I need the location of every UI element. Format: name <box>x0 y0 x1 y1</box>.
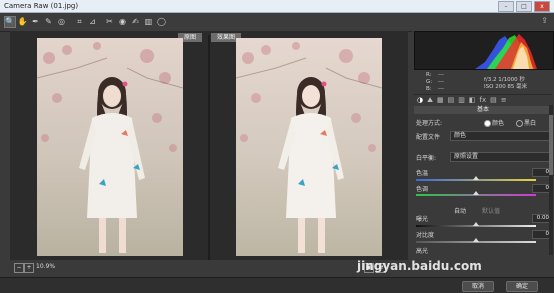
highlights-row: 高光 <box>416 246 550 255</box>
treatment-color-radio[interactable]: 颜色 <box>484 118 504 127</box>
tab-lens-icon[interactable]: ◧ <box>469 96 476 105</box>
before-photo-image <box>37 38 183 256</box>
exposure-label: 曝光 <box>416 216 429 223</box>
white-balance-tool-icon[interactable]: ✒ <box>30 16 41 27</box>
title-bar: Camera Raw (01.jpg) – □ x <box>0 0 554 13</box>
tab-tone-curve-icon[interactable]: ⛰ <box>427 96 433 105</box>
tab-camera-calibration-icon[interactable]: ▤ <box>490 96 497 105</box>
scrollbar-thumb[interactable] <box>549 115 553 175</box>
tab-detail-icon[interactable]: ▦ <box>437 96 444 105</box>
treatment-bw-radio[interactable]: 黑白 <box>516 118 536 127</box>
cancel-button[interactable]: 取消 <box>462 281 494 292</box>
treatment-bw-label: 黑白 <box>524 120 537 127</box>
profile-row: 配置文件 颜色 <box>416 131 551 141</box>
treatment-row: 处理方式: 颜色 黑白 <box>416 118 550 127</box>
histogram <box>414 31 554 70</box>
targeted-adjustment-tool-icon[interactable]: ◎ <box>56 16 67 27</box>
preview-canvas: 原图 效果图 <box>10 31 408 260</box>
watermark: jingyan.baidu.com <box>357 259 482 273</box>
temperature-slider[interactable] <box>416 176 536 181</box>
zoom-statusbar: − + 10.9% ▣ ⇄ <box>10 261 408 274</box>
radio-unselected-icon <box>516 120 523 127</box>
color-sampler-tool-icon[interactable]: ✎ <box>43 16 54 27</box>
export-icon[interactable]: ⇪ <box>541 16 548 25</box>
b-value: --- <box>438 86 444 92</box>
tab-presets-icon[interactable]: ≡ <box>501 96 507 105</box>
close-button[interactable]: x <box>534 1 550 12</box>
contrast-slider-thumb[interactable] <box>473 238 479 242</box>
footer-bar: 取消 确定 <box>0 277 554 293</box>
done-button[interactable]: 确定 <box>506 281 538 292</box>
r-label: R: <box>426 72 432 78</box>
radio-selected-icon <box>484 120 491 127</box>
temperature-row: 色温 0 <box>416 168 551 177</box>
exposure-row: 曝光 0.00 <box>416 214 551 223</box>
g-label: G: <box>426 79 433 85</box>
straighten-tool-icon[interactable]: ⊿ <box>87 16 98 27</box>
tint-slider[interactable] <box>416 191 536 196</box>
adjustment-panel: R: --- G: --- B: --- f/3.2 1/1000 秒 ISO … <box>412 31 554 277</box>
panel-scrollbar[interactable] <box>549 105 553 255</box>
graduated-filter-icon[interactable]: ▥ <box>143 16 154 27</box>
zoom-in-button[interactable]: + <box>24 263 34 273</box>
contrast-label: 对比度 <box>416 232 435 239</box>
window-controls: – □ x <box>498 1 550 12</box>
after-photo-image <box>236 38 382 256</box>
tint-row: 色调 0 <box>416 184 551 193</box>
zoom-tool-icon[interactable]: 🔍 <box>4 16 16 28</box>
compare-divider <box>208 35 210 260</box>
profile-dropdown[interactable]: 颜色 <box>450 131 551 141</box>
zoom-out-button[interactable]: − <box>14 263 24 273</box>
before-photo <box>37 38 183 256</box>
maximize-button[interactable]: □ <box>516 1 532 12</box>
tint-slider-thumb[interactable] <box>473 191 479 195</box>
spot-removal-tool-icon[interactable]: ✂ <box>104 16 115 27</box>
red-eye-tool-icon[interactable]: ◉ <box>117 16 128 27</box>
b-label: B: <box>426 86 432 92</box>
temperature-slider-thumb[interactable] <box>473 176 479 180</box>
temperature-label: 色温 <box>416 170 429 177</box>
highlights-label: 高光 <box>416 248 429 255</box>
tint-label: 色调 <box>416 186 429 193</box>
tab-hsl-icon[interactable]: ▤ <box>448 96 455 105</box>
section-title-basic: 基本 <box>414 106 552 114</box>
iso-info: ISO 200 85 毫米 <box>484 84 528 90</box>
crop-tool-icon[interactable]: ⌗ <box>74 16 85 27</box>
exposure-slider-thumb[interactable] <box>473 222 479 226</box>
radial-filter-icon[interactable]: ◯ <box>156 16 167 27</box>
adjustment-brush-icon[interactable]: ✍ <box>130 16 141 27</box>
histogram-graph <box>475 34 537 69</box>
profile-label: 配置文件 <box>416 134 441 141</box>
after-photo <box>236 38 382 256</box>
white-balance-row: 白平衡: 原照设置 <box>416 152 551 162</box>
contrast-row: 对比度 0 <box>416 230 551 239</box>
treatment-label: 处理方式: <box>416 120 443 127</box>
minimize-button[interactable]: – <box>498 1 514 12</box>
tab-effects-icon[interactable]: fx <box>480 96 487 105</box>
camera-info: R: --- G: --- B: --- f/3.2 1/1000 秒 ISO … <box>414 70 552 95</box>
window-title: Camera Raw (01.jpg) <box>4 2 79 10</box>
exposure-slider[interactable] <box>416 222 536 227</box>
white-balance-label: 白平衡: <box>416 155 437 162</box>
toolbar: 🔍 ✋ ✒ ✎ ◎ ⌗ ⊿ ✂ ◉ ✍ ▥ ◯ ⇪ <box>0 13 554 32</box>
r-value: --- <box>438 72 444 78</box>
treatment-color-label: 颜色 <box>492 120 505 127</box>
tab-basic-icon[interactable]: ◑ <box>417 96 423 105</box>
zoom-level[interactable]: 10.9% <box>36 263 55 270</box>
g-value: --- <box>438 79 444 85</box>
tab-split-toning-icon[interactable]: ▥ <box>458 96 465 105</box>
panel-tabs: ◑ ⛰ ▦ ▤ ▥ ◧ fx ▤ ≡ <box>414 96 554 105</box>
contrast-slider[interactable] <box>416 238 536 243</box>
hand-tool-icon[interactable]: ✋ <box>17 16 28 27</box>
white-balance-dropdown[interactable]: 原照设置 <box>450 152 551 162</box>
